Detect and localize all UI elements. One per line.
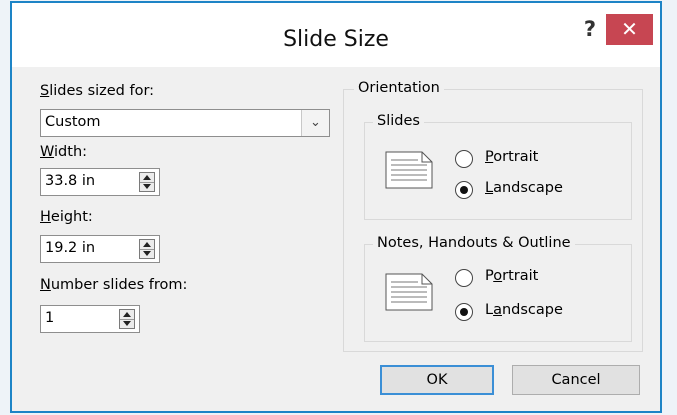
dialog-body: Slides sized for: Custom ⌄ Width: 33.8 i… [12, 67, 660, 411]
number-slides-from-spinner[interactable]: 1 [40, 305, 140, 333]
cancel-button[interactable]: Cancel [512, 365, 640, 395]
slides-orientation-group: Slides Portrait Landscape [364, 113, 632, 220]
title-bar: Slide Size ? ✕ [12, 3, 660, 67]
notes-orientation-group: Notes, Handouts & Outline Portrait Lands [364, 235, 632, 342]
slides-group-title: Slides [373, 113, 424, 129]
spin-down-icon[interactable] [143, 184, 151, 189]
landscape-page-icon [385, 273, 433, 311]
dialog-title: Slide Size [283, 27, 389, 52]
slides-sized-for-value: Custom [45, 114, 101, 130]
slides-landscape-label[interactable]: Landscape [485, 180, 563, 196]
close-icon: ✕ [621, 17, 638, 41]
orientation-title: Orientation [354, 80, 444, 96]
chevron-down-icon[interactable]: ⌄ [301, 110, 329, 136]
spin-up-icon[interactable] [123, 312, 131, 317]
slides-portrait-label[interactable]: Portrait [485, 149, 538, 165]
help-button[interactable]: ? [580, 17, 600, 41]
notes-group-title: Notes, Handouts & Outline [373, 235, 575, 251]
close-button[interactable]: ✕ [606, 14, 653, 45]
width-label: Width: [40, 144, 88, 160]
notes-portrait-label[interactable]: Portrait [485, 268, 538, 284]
spin-down-icon[interactable] [143, 251, 151, 256]
height-spinner[interactable]: 19.2 in [40, 235, 160, 263]
height-value: 19.2 in [45, 240, 96, 256]
height-label: Height: [40, 209, 93, 225]
landscape-page-icon [385, 151, 433, 189]
slides-portrait-radio[interactable] [455, 150, 473, 168]
slides-sized-for-dropdown[interactable]: Custom ⌄ [40, 109, 330, 137]
width-spin-buttons[interactable] [139, 172, 155, 192]
spin-divider [140, 249, 154, 250]
spin-up-icon[interactable] [143, 242, 151, 247]
slides-sized-for-label: Slides sized for: [40, 83, 155, 99]
spin-divider [140, 182, 154, 183]
width-value: 33.8 in [45, 173, 96, 189]
spin-divider [120, 319, 134, 320]
ok-button[interactable]: OK [380, 365, 494, 395]
number-spin-buttons[interactable] [119, 309, 135, 329]
height-spin-buttons[interactable] [139, 239, 155, 259]
width-spinner[interactable]: 33.8 in [40, 168, 160, 196]
number-slides-from-value: 1 [45, 310, 55, 326]
notes-portrait-radio[interactable] [455, 269, 473, 287]
number-slides-from-label: Number slides from: [40, 277, 188, 293]
orientation-group: Orientation Slides Portrait Landscape No… [343, 80, 643, 352]
notes-landscape-radio[interactable] [455, 303, 473, 321]
spin-up-icon[interactable] [143, 175, 151, 180]
slide-size-dialog: Slide Size ? ✕ Slides sized for: Custom … [10, 1, 662, 413]
spin-down-icon[interactable] [123, 321, 131, 326]
slides-landscape-radio[interactable] [455, 181, 473, 199]
notes-landscape-label[interactable]: Landscape [485, 302, 563, 318]
